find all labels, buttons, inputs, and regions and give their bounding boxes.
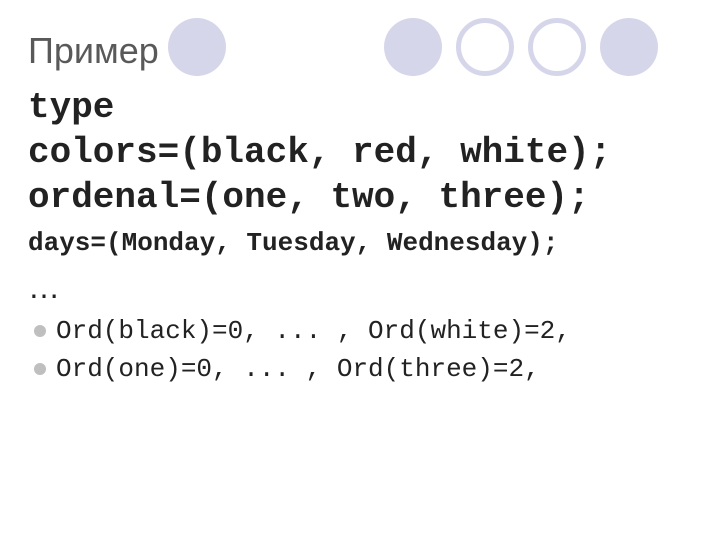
bullet-text: Ord(black)=0, ... , Ord(white)=2, [56, 316, 571, 346]
decor-circle-5 [600, 18, 658, 76]
bullet-list: Ord(black)=0, ... , Ord(white)=2, Ord(on… [34, 316, 692, 384]
bullet-text: Ord(one)=0, ... , Ord(three)=2, [56, 354, 540, 384]
decor-circle-3 [456, 18, 514, 76]
code-line-ordenal: ordenal=(one, two, three); [28, 176, 692, 219]
list-item: Ord(black)=0, ... , Ord(white)=2, [34, 316, 692, 346]
decor-circle-2 [384, 18, 442, 76]
slide-title: Пример [28, 30, 692, 72]
slide: Пример type colors=(black, red, white); … [0, 0, 720, 540]
decor-circle-4 [528, 18, 586, 76]
ellipsis: … [28, 269, 692, 306]
code-line-type: type [28, 86, 692, 129]
list-item: Ord(one)=0, ... , Ord(three)=2, [34, 354, 692, 384]
code-line-days: days=(Monday, Tuesday, Wednesday); [28, 228, 692, 259]
decor-circle-1 [168, 18, 226, 76]
code-line-colors: colors=(black, red, white); [28, 131, 692, 174]
